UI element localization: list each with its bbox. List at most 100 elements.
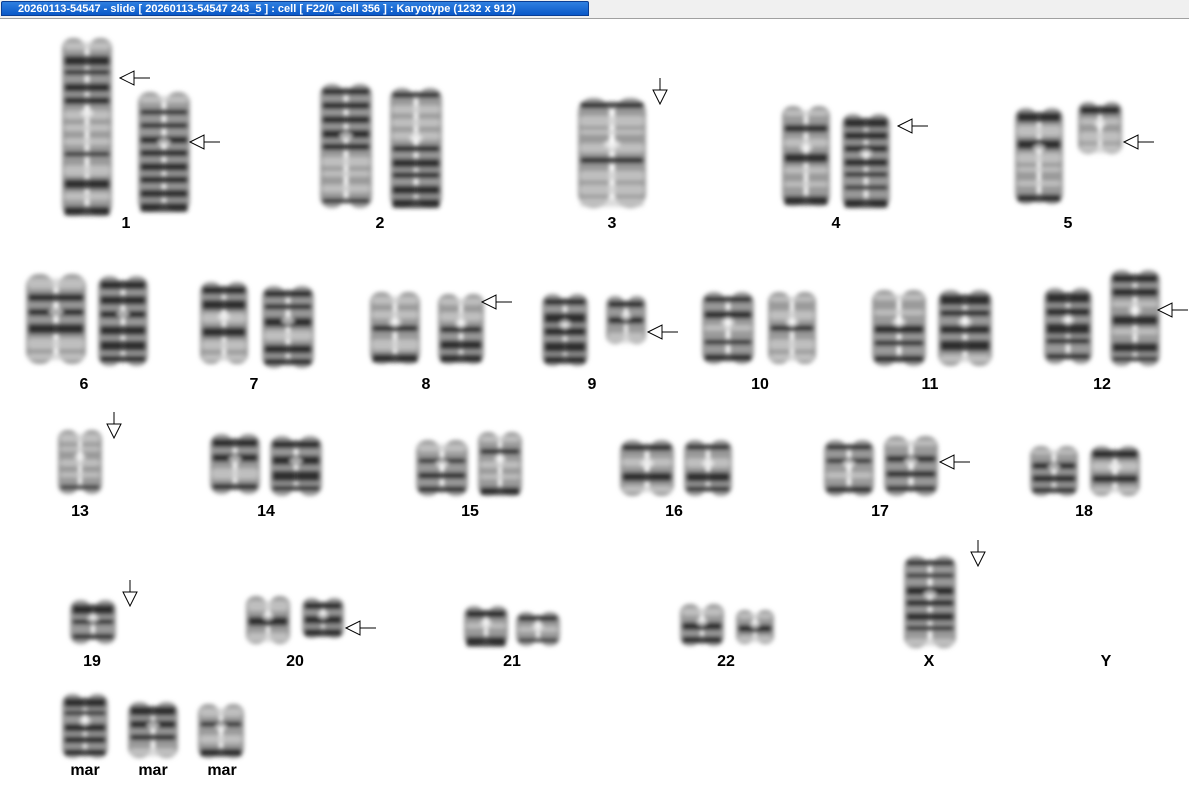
chromosome[interactable] — [904, 556, 956, 648]
chromosome[interactable] — [200, 282, 248, 364]
chromosome-band — [1112, 342, 1158, 353]
centromere — [262, 612, 274, 621]
chromosome[interactable] — [1015, 108, 1063, 204]
chromosome-group-mar[interactable]: mar — [128, 702, 178, 779]
chromosome[interactable] — [736, 610, 774, 644]
chromosome[interactable] — [768, 292, 816, 364]
chromosome[interactable] — [680, 604, 724, 646]
chromosome-band — [212, 438, 258, 448]
chromosome[interactable] — [70, 600, 116, 644]
centromere — [958, 317, 972, 326]
chromosome-band — [322, 115, 370, 124]
chromosome-group-10[interactable]: 10 — [702, 292, 816, 393]
centromere — [435, 459, 449, 468]
chromosome[interactable] — [370, 292, 420, 364]
chromosome[interactable] — [606, 296, 646, 344]
chromosome-group-4[interactable]: 4 — [782, 106, 928, 232]
chromosome-group-15[interactable]: 15 — [416, 432, 522, 520]
chromosome[interactable] — [302, 598, 344, 638]
chromosome[interactable] — [138, 92, 190, 213]
chromosome[interactable] — [262, 286, 314, 368]
chromosome-group-19[interactable]: 19 — [70, 580, 138, 670]
chromosome-band — [440, 354, 482, 363]
chromosome[interactable] — [62, 38, 112, 216]
chromosome[interactable] — [578, 98, 646, 208]
chromosome-band — [28, 338, 84, 350]
centromere — [1033, 144, 1045, 153]
chromosome[interactable] — [702, 292, 754, 364]
chromosome-group-11[interactable]: 11 — [872, 290, 992, 393]
chromosome[interactable] — [478, 432, 522, 496]
chromosome-group-2[interactable]: 2 — [320, 84, 442, 232]
chromosome[interactable] — [516, 612, 560, 646]
chromosome-band — [704, 296, 752, 303]
chromosome-band — [64, 165, 110, 176]
chromosome-band — [64, 749, 106, 757]
chromosome[interactable] — [1110, 270, 1160, 366]
chromosome-band — [1046, 322, 1090, 335]
chromosome[interactable] — [270, 436, 322, 496]
chromosome[interactable] — [1090, 446, 1140, 496]
chromosome-band — [140, 149, 188, 157]
arrow-left-icon — [344, 620, 376, 636]
chromosome[interactable] — [1044, 288, 1092, 364]
chromosome-band — [272, 485, 320, 491]
chromosome[interactable] — [842, 114, 890, 208]
chromosome[interactable] — [872, 290, 926, 366]
chromosome[interactable] — [246, 596, 290, 644]
arrow-down-icon — [122, 580, 138, 608]
chromosome-group-1[interactable]: 1 — [62, 38, 220, 232]
chromosome[interactable] — [684, 440, 732, 496]
chromosome-band — [1112, 328, 1158, 335]
chromosome[interactable] — [26, 274, 86, 364]
chromosome[interactable] — [390, 88, 442, 208]
chromosome[interactable] — [1030, 446, 1078, 496]
chromosome-label: mar — [138, 762, 167, 779]
chromosome-group-7[interactable]: 7 — [200, 282, 314, 393]
chromosome[interactable] — [128, 702, 178, 758]
chromosome[interactable] — [542, 294, 588, 366]
chromosome[interactable] — [824, 440, 874, 496]
chromosome[interactable] — [438, 294, 484, 364]
chromosome-group-mar[interactable]: mar — [62, 694, 108, 779]
chromosome-group-9[interactable]: 9 — [542, 294, 678, 393]
chromosome-band — [130, 748, 176, 757]
chromosome[interactable] — [782, 106, 830, 206]
chromosome-group-8[interactable]: 8 — [370, 292, 512, 393]
chromosome[interactable] — [884, 436, 938, 496]
chromosome-band — [202, 286, 246, 295]
chromosome-group-22[interactable]: 22 — [680, 604, 774, 670]
chromosome-group-mar[interactable]: mar — [198, 704, 244, 779]
chromosome[interactable] — [198, 704, 244, 758]
chromosome-group-Y[interactable]: Y — [1101, 653, 1112, 670]
chromosome-group-3[interactable]: 3 — [578, 78, 668, 232]
chromosome-group-13[interactable]: 13 — [58, 412, 122, 520]
chromosome-band — [64, 192, 110, 200]
chromosome-group-21[interactable]: 21 — [464, 606, 560, 670]
chromosome[interactable] — [62, 694, 108, 758]
chromosome-group-14[interactable]: 14 — [210, 434, 322, 520]
chromosome-group-17[interactable]: 17 — [824, 436, 970, 520]
window-title[interactable]: 20260113-54547 - slide [ 20260113-54547 … — [1, 1, 589, 16]
chromosome-group-20[interactable]: 20 — [246, 596, 376, 670]
chromosome-group-18[interactable]: 18 — [1030, 446, 1140, 520]
chromosome[interactable] — [416, 440, 468, 496]
chromosome-band — [580, 115, 644, 126]
chromosome-group-12[interactable]: 12 — [1044, 270, 1188, 393]
chromosome-band — [392, 92, 440, 98]
chromosome-group-5[interactable]: 5 — [1015, 102, 1154, 232]
chromosome[interactable] — [98, 276, 148, 366]
chromosome[interactable] — [464, 606, 508, 647]
chromosome-label: 11 — [922, 376, 939, 393]
chromosome-group-6[interactable]: 6 — [26, 274, 148, 393]
chromosome[interactable] — [620, 440, 674, 496]
chromosome-group-16[interactable]: 16 — [620, 440, 732, 520]
chromosome[interactable] — [938, 290, 992, 366]
chromosome[interactable] — [320, 84, 372, 208]
chromosome-band — [322, 88, 370, 96]
chromosome-band — [784, 124, 828, 133]
chromosome[interactable] — [1078, 102, 1122, 154]
chromosome[interactable] — [58, 430, 102, 494]
chromosome[interactable] — [210, 434, 260, 494]
chromosome-group-X[interactable]: X — [904, 540, 986, 670]
